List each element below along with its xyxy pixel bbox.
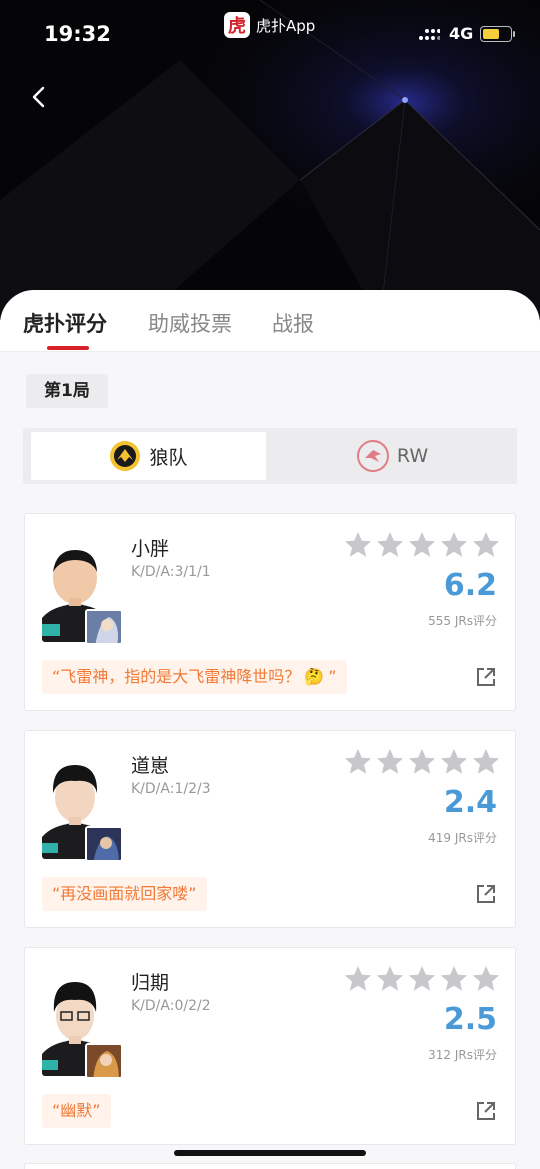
player-card[interactable] (24, 1163, 516, 1169)
signal-icon (419, 29, 440, 40)
star-icon[interactable] (439, 530, 469, 560)
tab-active-indicator (47, 346, 89, 350)
star-icon[interactable] (407, 747, 437, 777)
thinking-emoji-icon: 🤔 (304, 667, 325, 686)
star-icon[interactable] (439, 747, 469, 777)
star-icon[interactable] (439, 964, 469, 994)
chevron-left-icon (32, 86, 45, 108)
rw-logo-icon (356, 440, 389, 472)
player-card[interactable]: 道崽 K/D/A:1/2/3 2.4 419 JRs评分 “再没画面就回家喽” (24, 730, 516, 928)
player-score: 2.5 (443, 1002, 497, 1037)
star-icon[interactable] (343, 747, 373, 777)
team-name: RW (396, 445, 429, 467)
rating-count: 312 JRs评分 (428, 1048, 497, 1062)
player-kda: K/D/A:1/2/3 (131, 781, 211, 797)
player-name: 道崽 (131, 755, 170, 777)
share-icon[interactable] (475, 883, 497, 905)
star-icon[interactable] (471, 530, 501, 560)
star-icon[interactable] (343, 964, 373, 994)
status-time: 19:32 (44, 22, 111, 46)
star-icon[interactable] (375, 530, 405, 560)
player-kda: K/D/A:3/1/1 (131, 564, 211, 580)
rating-stars[interactable] (343, 530, 501, 560)
hero-portrait (85, 1043, 123, 1079)
star-icon[interactable] (407, 964, 437, 994)
share-icon[interactable] (475, 666, 497, 688)
star-icon[interactable] (471, 747, 501, 777)
player-score: 6.2 (443, 568, 497, 603)
battery-icon (480, 26, 512, 42)
player-card[interactable]: 小胖 K/D/A:3/1/1 6.2 555 JRs评分 “飞雷神，指的是大飞雷… (24, 513, 516, 711)
rating-content: 第1局 狼队 RW 小胖 K/D/A:3/1/1 6.2 555 JRs评分 “… (0, 352, 540, 1169)
player-name: 归期 (131, 972, 170, 994)
star-icon[interactable] (343, 530, 373, 560)
tab-bar: 虎扑评分 助威投票 战报 (0, 290, 540, 352)
tab-vote[interactable]: 助威投票 (148, 308, 232, 338)
hero-portrait (85, 826, 123, 862)
star-icon[interactable] (407, 530, 437, 560)
hero-portrait (85, 609, 123, 645)
share-icon[interactable] (475, 1100, 497, 1122)
comment-close-quote: ” (328, 667, 337, 686)
battery-tip (513, 31, 515, 37)
player-name: 小胖 (131, 538, 170, 560)
top-comment[interactable]: “幽默” (42, 1094, 111, 1128)
app-name: 虎扑App (256, 16, 316, 35)
comment-text: “再没画面就回家喽” (52, 884, 197, 903)
round-selector[interactable]: 第1局 (26, 374, 108, 408)
player-score: 2.4 (443, 785, 497, 820)
tab-rating[interactable]: 虎扑评分 (23, 308, 107, 338)
top-comment[interactable]: “再没画面就回家喽” (42, 877, 207, 911)
status-bar: 19:32 虎 虎扑App 4G (0, 0, 540, 70)
wolves-logo-icon (109, 440, 141, 472)
comment-text: “幽默” (52, 1101, 101, 1120)
star-icon[interactable] (375, 964, 405, 994)
back-button[interactable] (24, 82, 54, 112)
team-tab-rw[interactable]: RW (275, 432, 510, 480)
rating-stars[interactable] (343, 747, 501, 777)
team-switch: 狼队 RW (23, 428, 517, 484)
team-tab-wolves[interactable]: 狼队 (31, 432, 266, 480)
star-icon[interactable] (375, 747, 405, 777)
comment-text: “飞雷神，指的是大飞雷神降世吗？ (52, 667, 301, 686)
tab-report[interactable]: 战报 (272, 308, 314, 338)
star-icon[interactable] (471, 964, 501, 994)
rating-sheet: 虎扑评分 助威投票 战报 第1局 狼队 RW 小胖 K/D/A:3/1/1 6.… (0, 290, 540, 1169)
rating-count: 419 JRs评分 (428, 831, 497, 845)
home-indicator (174, 1150, 366, 1156)
header-banner: 19:32 虎 虎扑App 4G (0, 0, 540, 320)
hupu-logo: 虎 (224, 12, 250, 38)
app-indicator: 虎 虎扑App (224, 12, 315, 38)
player-kda: K/D/A:0/2/2 (131, 998, 211, 1014)
player-card[interactable]: 归期 K/D/A:0/2/2 2.5 312 JRs评分 “幽默” (24, 947, 516, 1145)
network-type: 4G (449, 24, 474, 43)
top-comment[interactable]: “飞雷神，指的是大飞雷神降世吗？ 🤔 ” (42, 660, 347, 694)
rating-stars[interactable] (343, 964, 501, 994)
rating-count: 555 JRs评分 (428, 614, 497, 628)
team-name: 狼队 (149, 446, 188, 469)
